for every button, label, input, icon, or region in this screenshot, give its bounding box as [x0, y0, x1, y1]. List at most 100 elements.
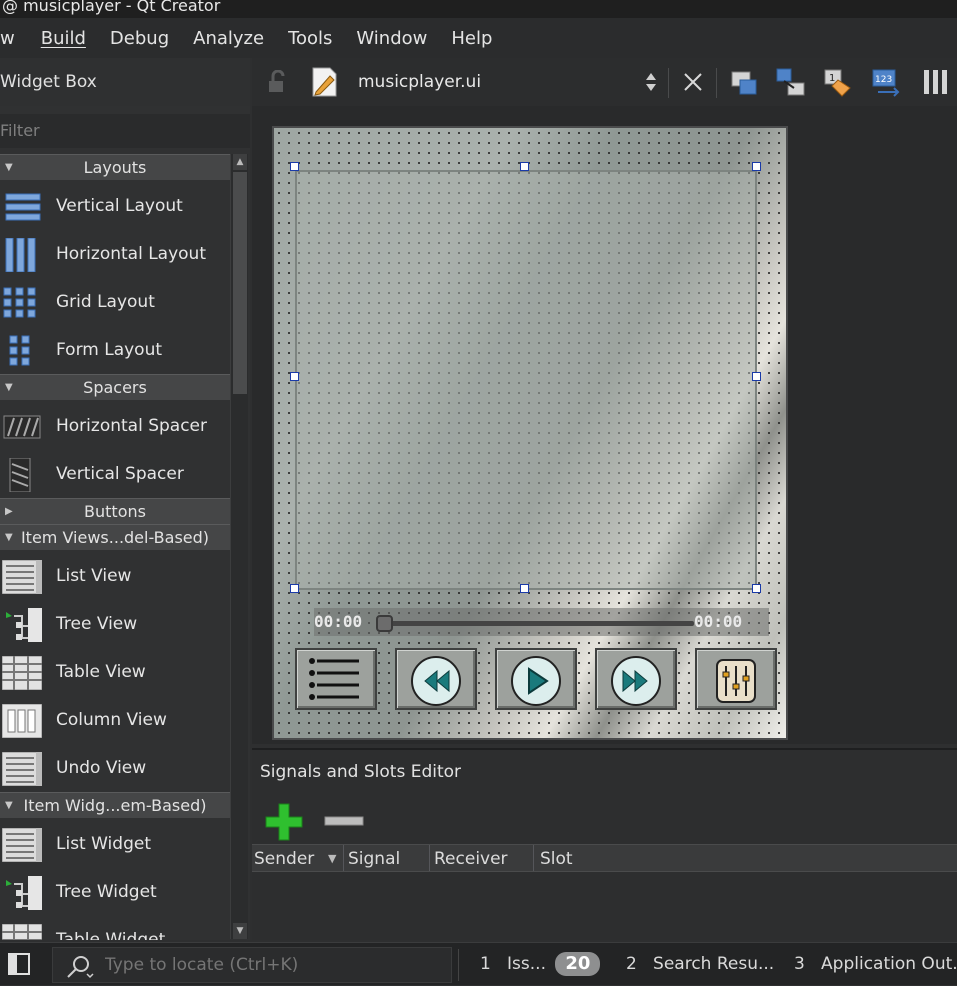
widget-item-form-layout[interactable]: Form Layout [0, 326, 230, 374]
document-name[interactable]: musicplayer.ui [358, 58, 481, 106]
widget-item-list-widget[interactable]: List Widget [0, 820, 230, 868]
issues-pane-button[interactable]: 1 Iss... 20 [480, 943, 601, 986]
previous-icon [411, 656, 461, 706]
pane-label: Application Out... [821, 954, 957, 974]
application-output-pane-button[interactable]: 3 Application Out... [794, 943, 957, 986]
widget-item-label: List Widget [56, 834, 151, 854]
edit-widgets-icon[interactable] [728, 66, 760, 98]
widget-item-label: Horizontal Spacer [56, 416, 207, 436]
selection-handle[interactable] [520, 162, 529, 171]
widget-item-tree-widget[interactable]: Tree Widget [0, 868, 230, 916]
add-connection-icon[interactable] [264, 802, 304, 842]
column-receiver[interactable]: Receiver [430, 845, 534, 871]
widget-item-horizontal-spacer[interactable]: Horizontal Spacer [0, 402, 230, 450]
menu-help[interactable]: Help [439, 28, 504, 49]
widget-filter-input[interactable]: Filter [0, 114, 250, 148]
selection-handle[interactable] [752, 584, 761, 593]
svg-text:123: 123 [875, 75, 892, 85]
search-results-pane-button[interactable]: 2 Search Resu... [626, 943, 774, 986]
widget-item-label: Tree View [56, 614, 138, 634]
equalizer-button[interactable] [695, 648, 777, 710]
selection-handle[interactable] [290, 162, 299, 171]
widget-item-table-widget[interactable]: Table Widget [0, 916, 230, 940]
widget-item-grid-layout[interactable]: Grid Layout [0, 278, 230, 326]
scroll-up-icon[interactable]: ▲ [233, 154, 247, 170]
category-item-widgets[interactable]: ▼ Item Widg...em-Based) [0, 792, 230, 818]
menu-view[interactable]: w [0, 28, 29, 49]
selection-handle[interactable] [290, 372, 299, 381]
widget-item-label: Tree Widget [56, 882, 157, 902]
collapse-arrow-icon: ▼ [5, 382, 13, 393]
pane-number: 3 [794, 954, 805, 974]
play-button[interactable] [495, 648, 577, 710]
play-icon [511, 656, 561, 706]
column-slot[interactable]: Slot [534, 845, 957, 871]
column-signal[interactable]: Signal [344, 845, 430, 871]
widget-list: ▼ Layouts Vertical Layout Horizontal Lay… [0, 152, 230, 940]
previous-button[interactable] [395, 648, 477, 710]
toolbar-separator [668, 68, 669, 98]
category-layouts[interactable]: ▼ Layouts [0, 154, 230, 180]
widget-item-label: Vertical Spacer [56, 464, 184, 484]
sort-arrow-icon: ▼ [328, 852, 337, 865]
document-switcher-arrows-icon[interactable] [644, 70, 658, 94]
selection-handle[interactable] [752, 372, 761, 381]
widget-item-undo-view[interactable]: Undo View [0, 744, 230, 792]
expand-arrow-icon: ▶ [5, 506, 13, 517]
close-document-icon[interactable] [682, 71, 704, 93]
widget-item-vertical-spacer[interactable]: Vertical Spacer [0, 450, 230, 498]
issues-count-badge: 20 [555, 952, 601, 976]
menu-window[interactable]: Window [344, 28, 439, 49]
locator-input[interactable] [105, 948, 445, 982]
remove-connection-icon[interactable] [324, 814, 364, 828]
collapse-arrow-icon: ▼ [5, 532, 13, 543]
form-design-area[interactable]: 00:00 00:00 [252, 106, 957, 744]
widget-item-label: Form Layout [56, 340, 163, 360]
widget-item-label: Horizontal Layout [56, 244, 206, 264]
table-view-icon [2, 656, 42, 690]
menu-tools[interactable]: Tools [276, 28, 344, 49]
seek-slider-handle[interactable] [376, 615, 393, 632]
pane-number: 2 [626, 954, 637, 974]
form-canvas[interactable]: 00:00 00:00 [272, 126, 788, 740]
widget-item-label: Vertical Layout [56, 196, 183, 216]
column-view-icon [2, 704, 42, 738]
category-label: Spacers [83, 378, 147, 397]
tree-widget-icon [6, 876, 42, 910]
edit-signals-slots-icon[interactable] [774, 66, 806, 98]
widget-item-label: Table View [56, 662, 146, 682]
video-widget-selected[interactable] [295, 170, 757, 590]
next-icon [611, 656, 661, 706]
selection-handle[interactable] [290, 584, 299, 593]
lock-icon[interactable] [266, 70, 290, 94]
column-sender[interactable]: Sender ▼ [252, 845, 344, 871]
locator[interactable] [52, 947, 452, 983]
playlist-button[interactable] [295, 648, 377, 710]
scrollbar-thumb[interactable] [233, 172, 247, 394]
widget-item-horizontal-layout[interactable]: Horizontal Layout [0, 230, 230, 278]
category-buttons[interactable]: ▶ Buttons [0, 498, 230, 524]
seek-slider-track[interactable] [384, 621, 694, 626]
category-spacers[interactable]: ▼ Spacers [0, 374, 230, 400]
selection-handle[interactable] [520, 584, 529, 593]
widget-list-scrollbar[interactable]: ▲ ▼ [230, 154, 248, 939]
toggle-sidebar-icon[interactable] [8, 953, 30, 975]
selection-handle[interactable] [752, 162, 761, 171]
menu-debug[interactable]: Debug [98, 28, 181, 49]
widget-item-vertical-layout[interactable]: Vertical Layout [0, 182, 230, 230]
collapse-arrow-icon: ▼ [5, 162, 13, 173]
widget-item-list-view[interactable]: List View [0, 552, 230, 600]
edit-tab-order-icon[interactable]: 123 [870, 66, 904, 98]
widget-item-table-view[interactable]: Table View [0, 648, 230, 696]
lay-out-horizontally-icon[interactable] [922, 68, 950, 96]
menu-build[interactable]: Build [29, 28, 98, 49]
next-button[interactable] [595, 648, 677, 710]
edit-buddies-icon[interactable]: 1 [822, 66, 854, 98]
category-item-views[interactable]: ▼ Item Views...del-Based) [0, 524, 230, 550]
widget-item-column-view[interactable]: Column View [0, 696, 230, 744]
connections-table-header: Sender ▼ Signal Receiver Slot [252, 844, 957, 872]
menu-analyze[interactable]: Analyze [181, 28, 276, 49]
svg-text:1: 1 [829, 73, 835, 84]
widget-item-tree-view[interactable]: Tree View [0, 600, 230, 648]
scroll-down-icon[interactable]: ▼ [233, 923, 247, 939]
